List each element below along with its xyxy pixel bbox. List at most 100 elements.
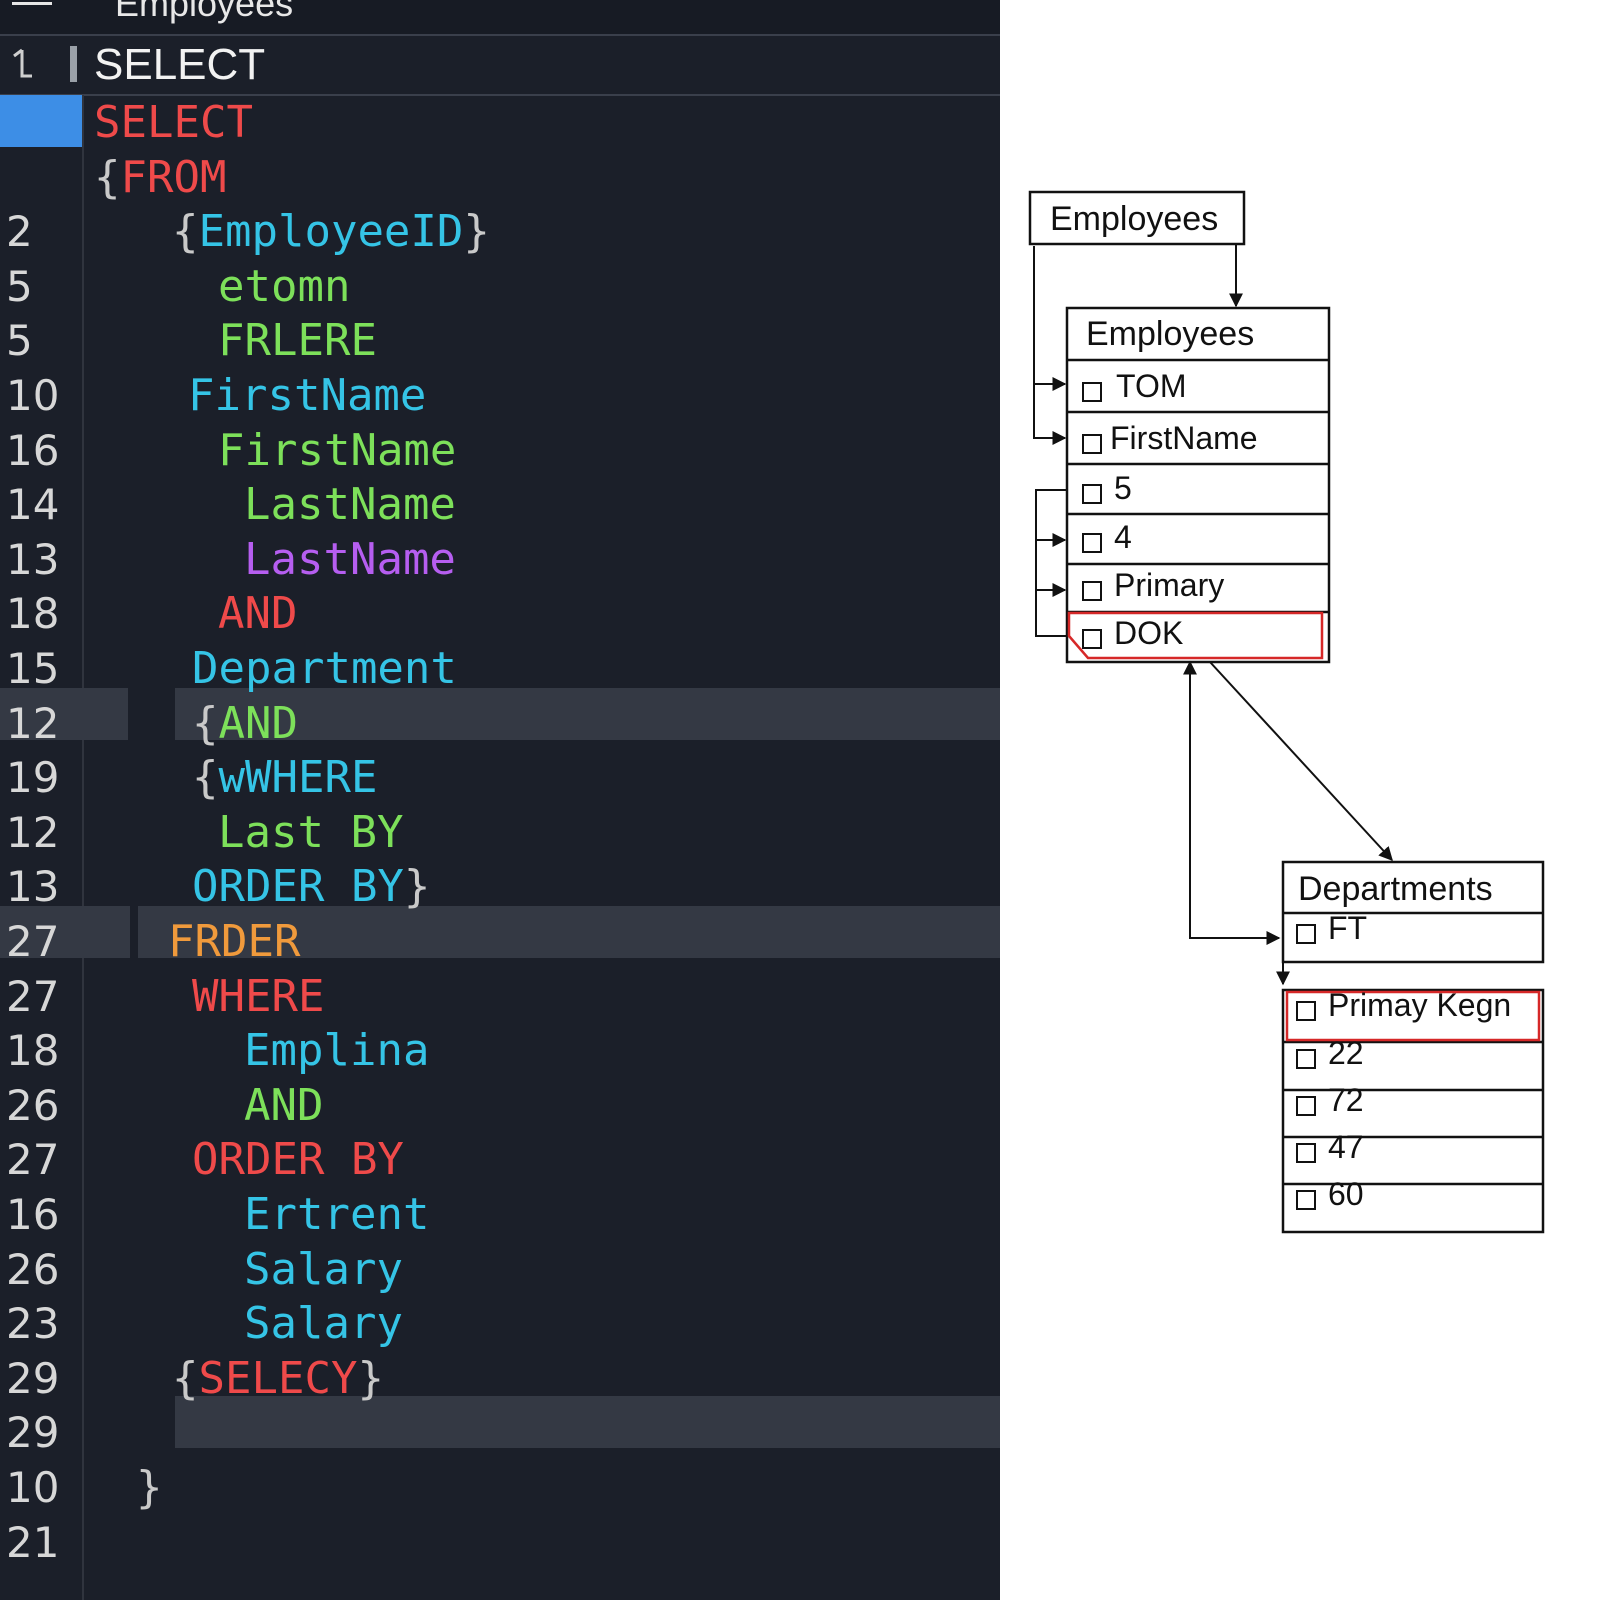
code-token: Department [192,643,457,694]
code-token: SELECT [94,97,253,148]
text-cursor [70,46,77,82]
code-line[interactable]: 27 WHERE [0,969,1000,1024]
checkbox-icon[interactable] [1082,629,1102,649]
code-token: etomn [218,260,351,312]
code-line[interactable]: 27 ORDER BY [0,1132,1000,1187]
code-line[interactable]: 15 Department [0,641,1000,696]
code-text: AND [244,1078,323,1133]
code-token: WHERE [192,970,325,1022]
code-line[interactable]: 16 FirstName [0,423,1000,478]
line-number: 14 [6,480,60,530]
line-number: 13 [6,862,60,912]
employees-row: 4 [1114,519,1132,555]
line-number: 26 [6,1244,60,1294]
query-header-text: SELECT [94,40,266,89]
code-line[interactable]: 14 LastName [0,477,1000,532]
code-line[interactable]: 27 FRDER [0,914,1000,969]
line-number: 5 [6,261,33,311]
code-line[interactable]: 13 LastName [0,532,1000,587]
code-line[interactable]: 23 Salary [0,1296,1000,1351]
line-number: 10 [6,1463,60,1512]
code-line[interactable]: 13 ORDER BY} [0,859,1000,914]
code-text: LastName [244,532,456,587]
code-text: Emplina [244,1023,429,1078]
code-token: AND [218,697,298,749]
connector-line [1033,246,1067,445]
checkbox-icon[interactable] [1082,382,1102,402]
code-brace: { [94,151,121,203]
checkbox-icon[interactable] [1296,1049,1316,1069]
code-line[interactable]: SELECT [0,95,1000,150]
checkbox-icon[interactable] [1082,434,1102,454]
code-text: {EmployeeID} [172,204,490,259]
code-brace: } [463,206,490,258]
line-number: 27 [6,971,60,1021]
employees-row-highlighted: DOK [1114,615,1184,651]
code-text: FRDER [168,914,300,969]
code-token: Ertrent [244,1189,430,1240]
code-token: FROM [120,151,227,203]
code-token: EmployeeID [198,206,464,258]
line-number: 29 [6,1408,60,1458]
checkbox-icon[interactable] [1296,1190,1316,1210]
code-line[interactable]: 5 FRLERE [0,313,1000,368]
line-number: 16 [6,425,60,475]
checkbox-icon[interactable] [1082,484,1102,504]
code-line[interactable]: 21 [0,1515,1000,1570]
code-line[interactable]: 10 FirstName [0,368,1000,423]
line-number: 12 [6,698,60,748]
code-text: {AND [192,696,298,751]
code-line[interactable]: 18 AND [0,586,1000,641]
values-row: 47 [1328,1129,1364,1165]
checkbox-icon[interactable] [1296,1143,1316,1163]
checkbox-icon[interactable] [1082,581,1102,601]
code-line[interactable]: 12 {AND [0,696,1000,751]
line-number: 27 [6,1135,60,1185]
code-line[interactable]: 10} [0,1460,1000,1515]
checkbox-icon[interactable] [1296,1096,1316,1116]
line-number: 29 [6,1353,60,1403]
code-line[interactable]: 18 Emplina [0,1023,1000,1078]
departments-row: FT [1328,910,1368,946]
code-brace: { [192,752,219,804]
code-token: FRLERE [218,315,377,367]
code-line[interactable]: 29 [0,1405,1000,1460]
code-line[interactable]: {FROM [0,150,1000,205]
return-icon[interactable] [10,48,36,82]
code-line[interactable]: 2 {EmployeeID} [0,204,1000,259]
values-row: 72 [1328,1082,1364,1118]
code-text: ORDER BY} [192,859,430,914]
code-line[interactable]: 29 {SELECY} [0,1351,1000,1406]
code-brace: { [172,1352,199,1404]
code-text: WHERE [192,969,324,1024]
code-editor[interactable]: Employees SELECT SELECT {FROM 2 {EmployeeID… [0,0,1000,1600]
checkbox-icon[interactable] [1296,1001,1316,1021]
menu-icon[interactable] [12,0,52,10]
line-number: 19 [6,753,60,803]
code-text: Last BY [218,805,403,860]
line-number: 2 [6,207,33,257]
code-line[interactable]: 12 Last BY [0,805,1000,860]
code-token: wWHERE [218,752,378,804]
title-bar: Employees [0,0,1000,36]
connector-line [1035,489,1066,637]
values-row: 22 [1328,1035,1364,1071]
code-text: Salary [244,1242,403,1297]
employees-row: FirstName [1110,420,1258,456]
checkbox-icon[interactable] [1296,924,1316,944]
code-text: FRLERE [218,313,377,368]
employees-row: 5 [1114,470,1132,506]
code-token: AND [244,1079,324,1131]
code-line[interactable]: 26 AND [0,1078,1000,1133]
code-line[interactable]: 16 Ertrent [0,1187,1000,1242]
code-text: ORDER BY [192,1132,404,1187]
code-line[interactable]: 19 {wWHERE [0,750,1000,805]
code-token: LastName [244,479,456,531]
checkbox-icon[interactable] [1082,533,1102,553]
code-line[interactable]: 26 Salary [0,1242,1000,1297]
code-token: SELECY [198,1352,358,1404]
code-text: FirstName [188,368,426,423]
code-text: SELECT [94,95,253,150]
code-brace: } [403,861,431,913]
code-line[interactable]: 5 etomn [0,259,1000,314]
